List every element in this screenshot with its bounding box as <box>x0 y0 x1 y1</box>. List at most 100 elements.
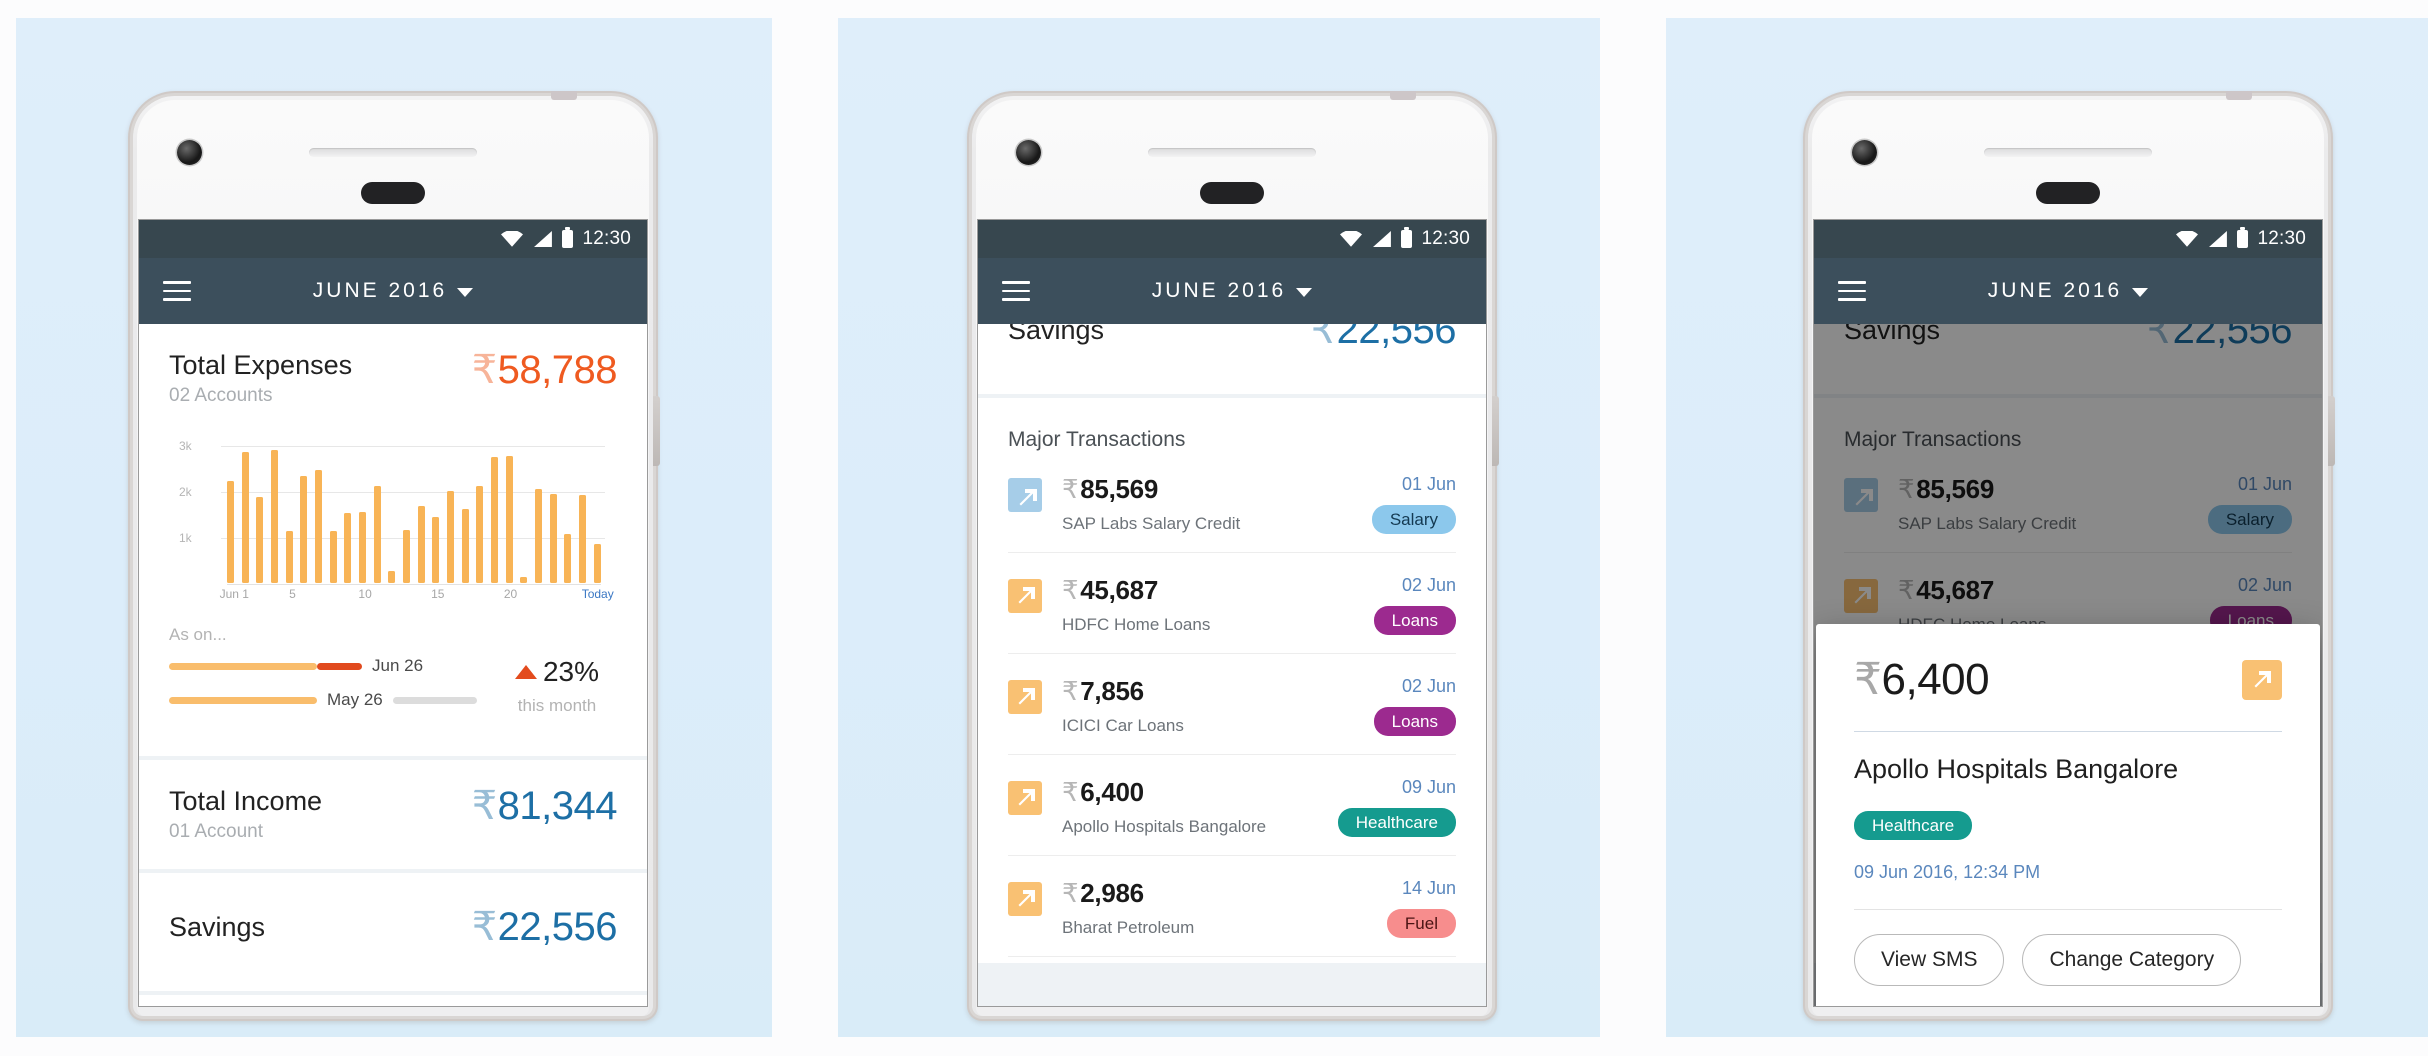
bar-previous-remainder <box>392 696 477 704</box>
major-transactions-card[interactable]: Major Transactions ₹85,569 SAP Labs Salar… <box>978 398 1486 963</box>
transaction-merchant: ICICI Car Loans <box>1062 716 1184 735</box>
chart-bar <box>417 505 425 584</box>
comparison-row-previous: May 26 <box>169 690 497 710</box>
front-camera-icon <box>1016 140 1041 165</box>
signal-icon <box>1373 231 1392 247</box>
transaction-row[interactable]: ₹2,986 Bharat Petroleum 14 Jun Fuel <box>1008 856 1456 957</box>
chart-bar <box>564 533 572 584</box>
chart-x-tick-label: 5 <box>289 587 296 602</box>
transaction-merchant: SAP Labs Salary Credit <box>1062 514 1241 533</box>
arrow-incoming-icon <box>1008 478 1042 512</box>
month-selector[interactable]: JUNE 2016 <box>978 279 1486 303</box>
transaction-row[interactable]: ₹6,400 Apollo Hospitals Bangalore 09 Jun He… <box>1008 755 1456 856</box>
transaction-category-chip[interactable]: Fuel <box>1386 909 1456 938</box>
chart-x-tick-label: Today <box>581 587 614 602</box>
chart-bar <box>315 470 323 584</box>
transaction-category-chip[interactable]: Salary <box>1371 505 1456 534</box>
savings-amount-value: 22,556 <box>1336 324 1457 352</box>
chart-bar <box>461 509 469 584</box>
chart-x-axis <box>227 584 601 586</box>
transaction-category-chip[interactable]: Loans <box>1373 606 1456 635</box>
sensor-bar <box>361 182 425 204</box>
chart-bar <box>432 516 440 584</box>
view-sms-button[interactable]: View SMS <box>1854 934 2005 986</box>
battery-icon <box>2237 227 2249 248</box>
chart-y-tick-label: 3k <box>179 439 192 454</box>
power-button[interactable] <box>653 396 660 466</box>
month-selector[interactable]: JUNE 2016 <box>1814 279 2322 303</box>
expenses-amount: ₹58,788 <box>472 350 618 390</box>
chart-x-tick-label: 15 <box>431 587 445 602</box>
chart-bar <box>403 529 411 584</box>
month-comparison: As on... Jun 26 May 26 23% this month <box>169 625 617 730</box>
phone-mockup-3: 12:30 JUNE 2016 Savings ₹22,556 Major Tr… <box>1808 91 2335 1016</box>
total-expenses-card[interactable]: Total Expenses 02 Accounts ₹58,788 3k 2k 1… <box>139 324 647 757</box>
chart-x-tick-label: 10 <box>358 587 372 602</box>
month-selector[interactable]: JUNE 2016 <box>139 279 647 303</box>
signal-icon <box>2209 231 2228 247</box>
transaction-date: 02 Jun <box>1401 676 1456 696</box>
total-income-card[interactable]: Total Income 01 Account ₹81,344 <box>139 760 647 870</box>
dialog-category-chip[interactable]: Healthcare <box>1854 811 1973 840</box>
chart-bar <box>491 456 499 584</box>
transaction-date: 09 Jun <box>1401 777 1456 797</box>
transaction-amount: ₹85,569 <box>1062 474 1158 504</box>
savings-card[interactable]: Savings ₹22,556 <box>139 873 647 992</box>
earpiece-speaker <box>309 148 477 157</box>
chart-bars <box>227 437 601 584</box>
daily-expense-bar-chart[interactable]: 3k 2k 1k Jun 1 5 10 15 20 Today <box>179 433 614 605</box>
power-button[interactable] <box>2328 396 2335 466</box>
savings-card[interactable]: Savings ₹22,556 <box>978 324 1486 394</box>
comparison-previous-label: May 26 <box>327 690 383 710</box>
transaction-detail-dialog[interactable]: ₹6,400 Apollo Hospitals Bangalore Health… <box>1816 624 2320 1006</box>
chart-bar <box>227 481 234 584</box>
savings-title: Savings <box>169 912 266 943</box>
transaction-row[interactable]: ₹45,687 HDFC Home Loans 02 Jun Loans <box>1008 553 1456 654</box>
phone-mockup-2: 12:30 JUNE 2016 Savings ₹22,556 Major Tr… <box>972 91 1499 1016</box>
chart-bar <box>359 511 367 584</box>
income-title: Total Income <box>169 786 323 817</box>
battery-icon <box>1401 227 1413 248</box>
rupee-symbol: ₹ <box>1062 575 1079 605</box>
transaction-row[interactable]: ₹7,856 ICICI Car Loans 02 Jun Loans <box>1008 654 1456 755</box>
transaction-date: 02 Jun <box>1401 575 1456 595</box>
savings-amount: ₹22,556 <box>1311 324 1457 352</box>
chart-bar <box>300 475 308 584</box>
major-transactions-header: Major Transactions <box>1008 428 1186 451</box>
app-bar-title: JUNE 2016 <box>312 279 448 302</box>
chart-bar <box>241 452 249 584</box>
major-transactions-card[interactable]: Major Transactions <box>139 995 647 1006</box>
dialog-datetime: 09 Jun 2016, 12:34 PM <box>1854 862 2041 882</box>
app-bar-title: JUNE 2016 <box>1151 279 1287 302</box>
chart-bar <box>256 496 264 584</box>
income-subtitle: 01 Account <box>169 821 264 843</box>
rupee-symbol: ₹ <box>1062 676 1079 706</box>
transaction-category-chip[interactable]: Loans <box>1373 707 1456 736</box>
transaction-category-chip[interactable]: Healthcare <box>1337 808 1456 837</box>
transaction-amount: ₹45,687 <box>1062 575 1158 605</box>
savings-title: Savings <box>1008 324 1105 345</box>
sensor-bar <box>2036 182 2100 204</box>
dashboard-content[interactable]: Total Expenses 02 Accounts ₹58,788 3k 2k 1… <box>139 324 647 1006</box>
chart-y-tick-label: 2k <box>179 484 192 499</box>
transaction-list[interactable]: ₹85,569 SAP Labs Salary Credit 01 Jun Salar… <box>1008 452 1456 957</box>
trend-period-label: this month <box>517 696 597 716</box>
power-button[interactable] <box>1492 396 1499 466</box>
chart-bar <box>505 455 513 584</box>
transaction-date: 01 Jun <box>1401 474 1456 494</box>
transactions-scroll-view[interactable]: Savings ₹22,556 Major Transactions ₹85,5… <box>978 324 1486 1006</box>
status-bar: 12:30 <box>139 220 647 258</box>
transaction-date: 14 Jun <box>1401 878 1456 898</box>
status-time: 12:30 <box>2257 228 2306 249</box>
front-camera-icon <box>1852 140 1877 165</box>
app-bar: JUNE 2016 <box>139 258 647 324</box>
bar-current-base <box>169 662 317 670</box>
chevron-down-icon <box>1296 288 1313 297</box>
transaction-amount: ₹2,986 <box>1062 878 1144 908</box>
signal-icon <box>534 231 553 247</box>
income-amount-value: 81,344 <box>497 784 618 829</box>
transaction-row[interactable]: ₹85,569 SAP Labs Salary Credit 01 Jun Salar… <box>1008 452 1456 553</box>
phone-mockup-1: 12:30 JUNE 2016 Total Expenses 02 Accoun… <box>133 91 660 1016</box>
change-category-button[interactable]: Change Category <box>2022 934 2242 986</box>
bar-previous <box>169 696 317 704</box>
